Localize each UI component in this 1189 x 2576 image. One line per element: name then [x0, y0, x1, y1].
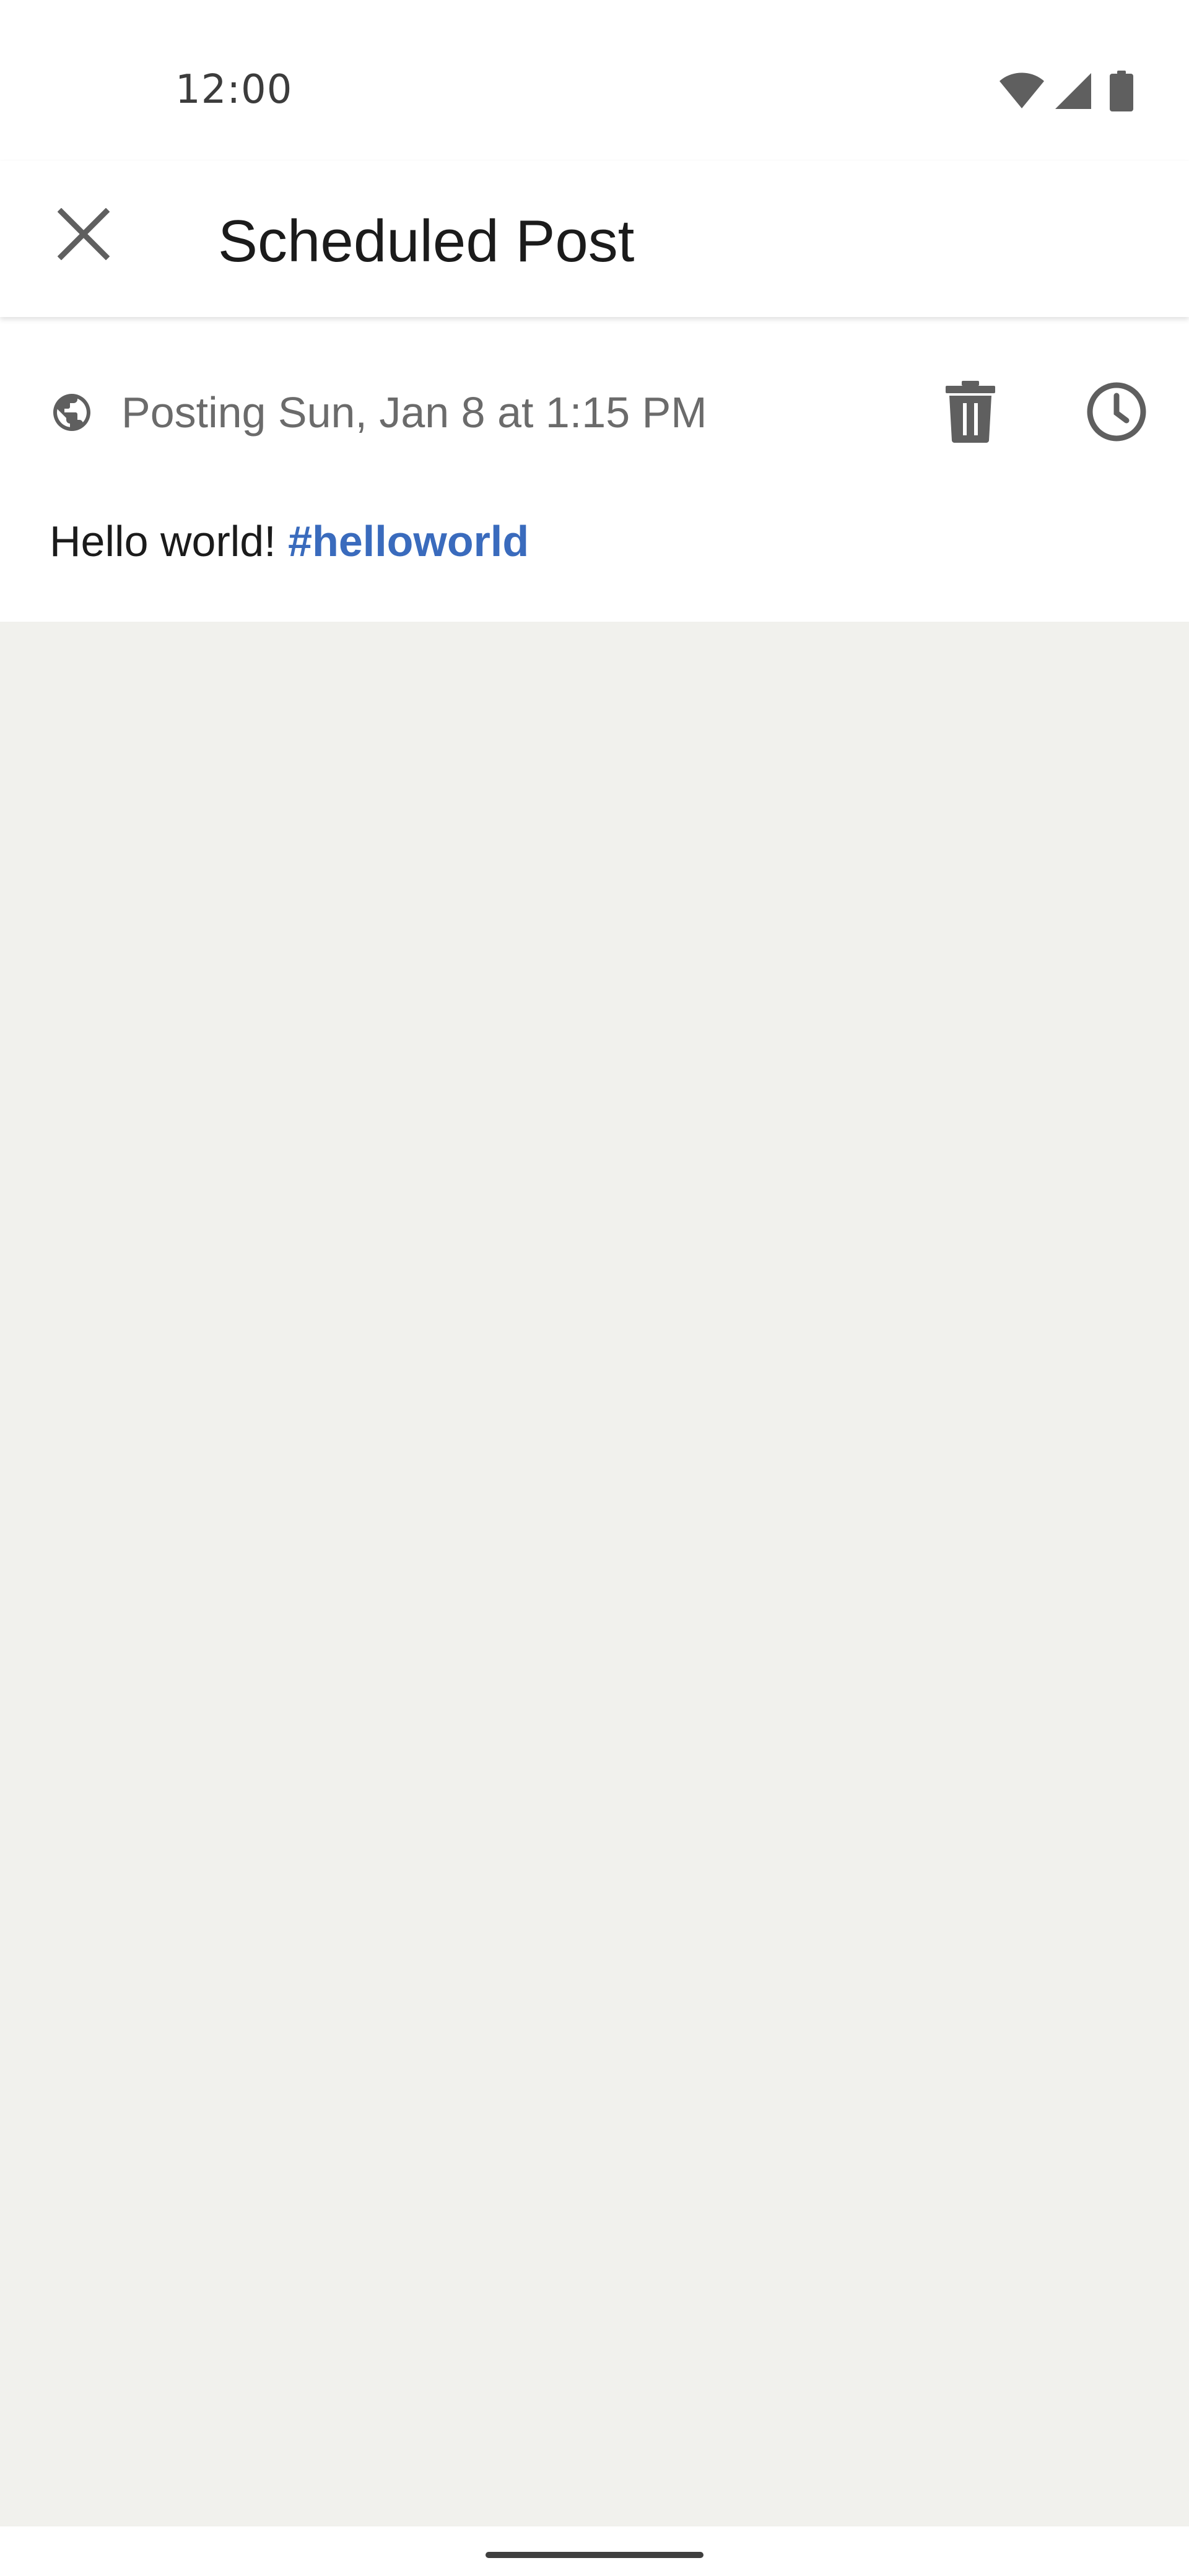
schedule-time-label: Posting Sun, Jan 8 at 1:15 PM: [121, 388, 707, 437]
close-icon: [57, 207, 110, 263]
home-handle[interactable]: [486, 2552, 703, 2558]
status-icons: [998, 69, 1133, 113]
cell-signal-icon: [1054, 72, 1092, 110]
trash-icon: [944, 380, 996, 446]
close-button[interactable]: [37, 189, 130, 282]
clock-icon: [1086, 381, 1148, 446]
app-bar: Scheduled Post: [0, 161, 1189, 317]
screen: 12:00 Scheduled Post Posting Sun, Jan 8 …: [0, 0, 1189, 2576]
wifi-icon: [998, 72, 1045, 110]
battery-icon: [1110, 71, 1133, 111]
hashtag-link[interactable]: #helloworld: [288, 517, 529, 565]
post-text: Hello world!: [50, 517, 276, 565]
delete-button[interactable]: [924, 367, 1017, 459]
gesture-nav-bar: [0, 2526, 1189, 2576]
globe-icon: [50, 390, 94, 435]
page-title: Scheduled Post: [218, 208, 635, 274]
status-time: 12:00: [175, 67, 293, 113]
status-bar: 12:00: [0, 0, 1189, 161]
reschedule-button[interactable]: [1070, 367, 1163, 459]
scheduled-post-card: Posting Sun, Jan 8 at 1:15 PM Hello worl…: [0, 317, 1189, 622]
post-content: Hello world! #helloworld: [50, 515, 529, 567]
schedule-row: Posting Sun, Jan 8 at 1:15 PM: [0, 317, 1189, 515]
